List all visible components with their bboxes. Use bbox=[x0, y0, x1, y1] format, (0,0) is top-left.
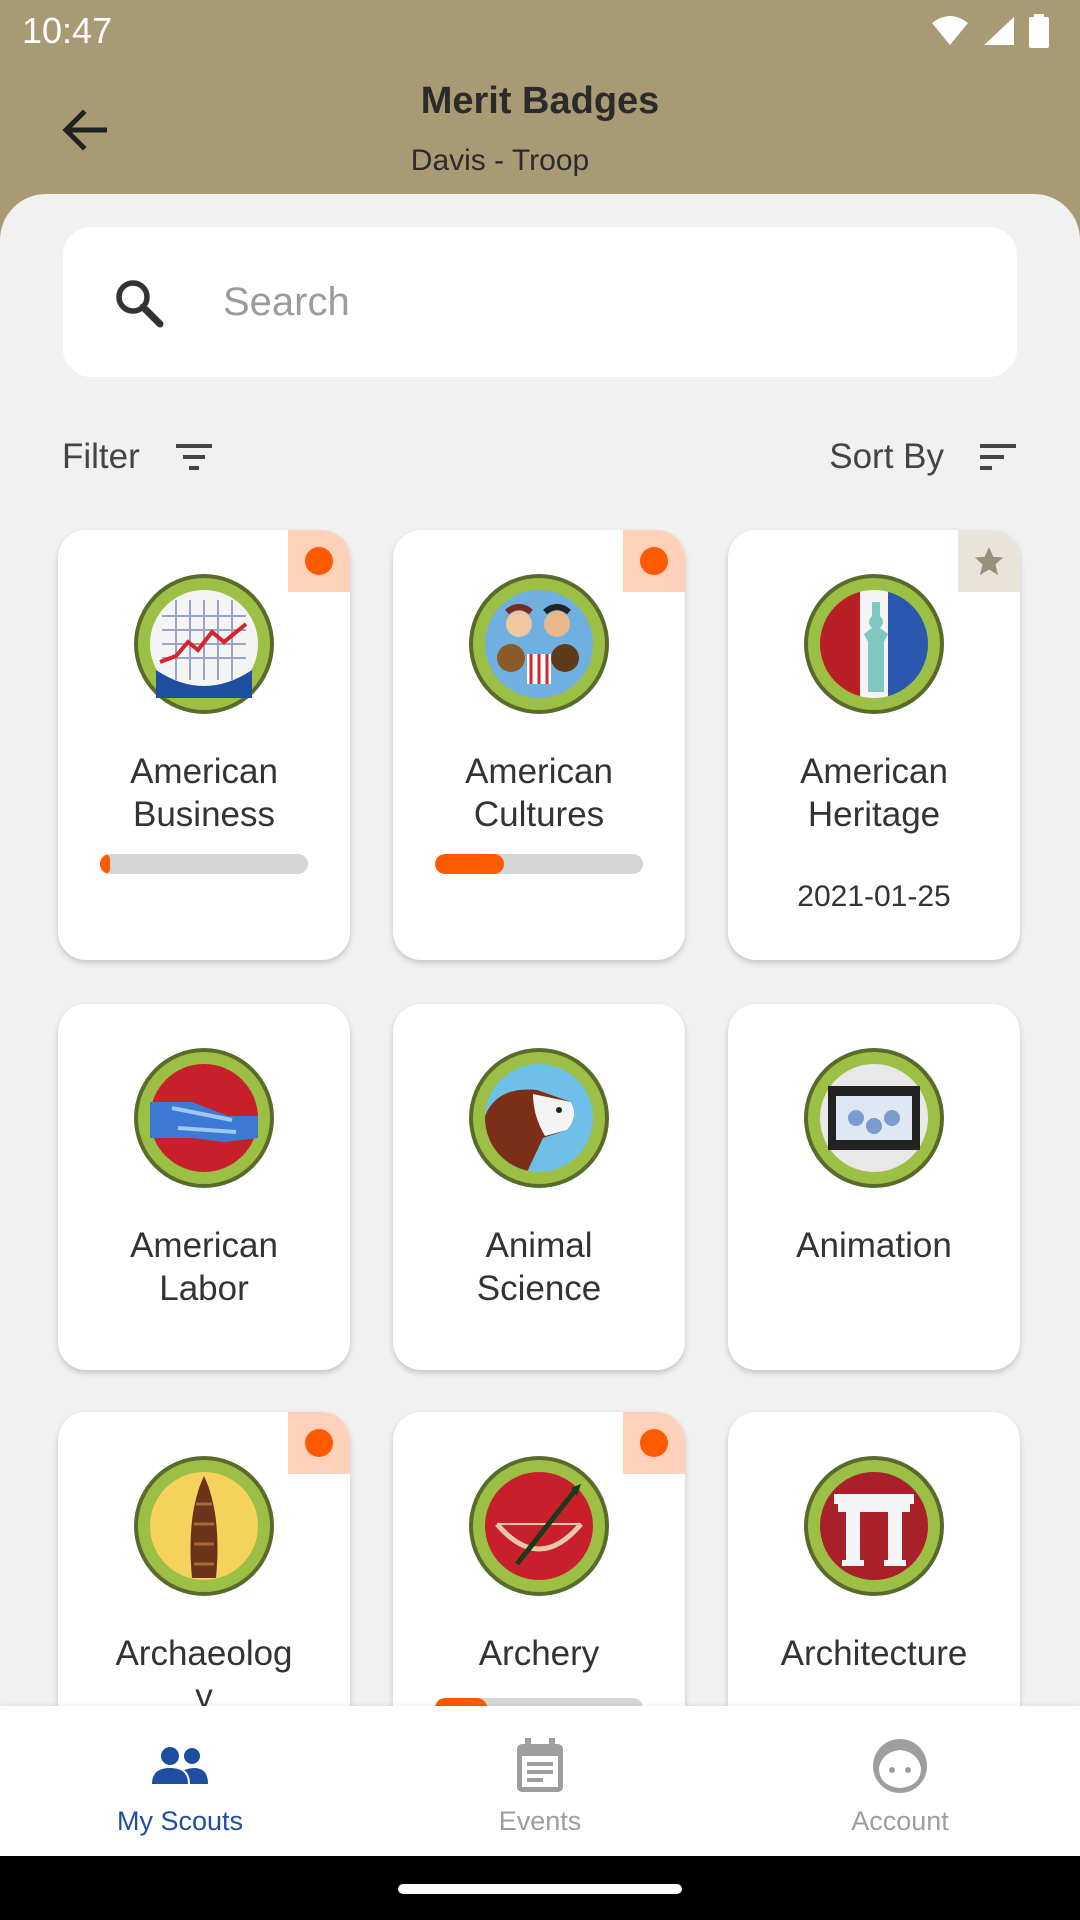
orange-dot-icon bbox=[640, 547, 668, 575]
progress-bar bbox=[435, 854, 643, 874]
signal-icon bbox=[984, 17, 1014, 45]
badge-name: American Labor bbox=[130, 1226, 278, 1308]
orange-dot-icon bbox=[305, 1429, 333, 1457]
badge-name: American Heritage bbox=[800, 752, 948, 834]
face-icon bbox=[873, 1739, 927, 1793]
star-icon bbox=[974, 546, 1004, 576]
badge-name: Animal Science bbox=[476, 1226, 602, 1308]
badge-name: Animation bbox=[796, 1226, 952, 1265]
progress-bar bbox=[100, 854, 308, 874]
filter-icon bbox=[175, 444, 212, 470]
status-icons bbox=[930, 14, 1050, 48]
in-progress-indicator bbox=[288, 1412, 350, 1474]
artifact-badge-icon bbox=[134, 1456, 274, 1596]
in-progress-indicator bbox=[288, 530, 350, 592]
content-sheet: Filter Sort By bbox=[0, 194, 1080, 1706]
badge-card-american-labor[interactable]: American Labor bbox=[58, 1004, 350, 1370]
nav-label: My Scouts bbox=[116, 1806, 244, 1836]
badge-card-animation[interactable]: Animation bbox=[728, 1004, 1020, 1370]
progress-fill bbox=[100, 854, 111, 874]
home-gesture-handle[interactable] bbox=[398, 1884, 682, 1894]
app-bar: Merit Badges Davis - Troop bbox=[0, 62, 1080, 202]
search-icon bbox=[116, 280, 164, 328]
cow-badge-icon bbox=[469, 1048, 609, 1188]
people-icon bbox=[152, 1747, 208, 1784]
filter-button[interactable]: Filter bbox=[62, 437, 214, 477]
completion-date: 2021-01-25 bbox=[797, 880, 951, 913]
progress-bar bbox=[435, 1698, 643, 1706]
progress-fill bbox=[435, 854, 504, 874]
page-subtitle: Davis - Troop bbox=[410, 144, 590, 177]
nav-item-account[interactable]: Account bbox=[720, 1706, 1080, 1856]
search-box[interactable] bbox=[63, 227, 1017, 377]
search-input[interactable] bbox=[223, 272, 983, 332]
status-time: 10:47 bbox=[22, 10, 113, 51]
film-badge-icon bbox=[804, 1048, 944, 1188]
badge-name: Archery bbox=[478, 1634, 600, 1673]
badge-card-american-cultures[interactable]: American Cultures bbox=[393, 530, 685, 960]
orange-dot-icon bbox=[640, 1429, 668, 1457]
wifi-icon bbox=[932, 16, 968, 45]
badge-name: Archaeolog y bbox=[115, 1634, 293, 1706]
handshake-badge-icon bbox=[134, 1048, 274, 1188]
badge-card-architecture[interactable]: Architecture bbox=[728, 1412, 1020, 1706]
battery-icon bbox=[1029, 14, 1049, 48]
chart-badge-icon bbox=[134, 574, 274, 714]
sort-label: Sort By bbox=[829, 437, 944, 476]
bottom-navigation: My Scouts Events Account bbox=[0, 1706, 1080, 1856]
badge-card-archaeology[interactable]: Archaeolog y bbox=[58, 1412, 350, 1706]
progress-fill bbox=[435, 1698, 487, 1706]
columns-badge-icon bbox=[804, 1456, 944, 1596]
sort-button[interactable]: Sort By bbox=[829, 437, 1018, 477]
status-bar: 10:47 bbox=[0, 0, 1080, 62]
page-title: Merit Badges bbox=[420, 80, 660, 122]
badge-name: American Business bbox=[130, 752, 278, 834]
faces-badge-icon bbox=[469, 574, 609, 714]
in-progress-indicator bbox=[623, 530, 685, 592]
badge-card-american-business[interactable]: American Business bbox=[58, 530, 350, 960]
badge-card-animal-science[interactable]: Animal Science bbox=[393, 1004, 685, 1370]
bow-badge-icon bbox=[469, 1456, 609, 1596]
filter-sort-row: Filter Sort By bbox=[62, 437, 1018, 493]
badge-name: Architecture bbox=[780, 1634, 968, 1673]
badge-card-archery[interactable]: Archery bbox=[393, 1412, 685, 1706]
in-progress-indicator bbox=[623, 1412, 685, 1474]
nav-label: Events bbox=[498, 1806, 582, 1836]
nav-item-events[interactable]: Events bbox=[360, 1706, 720, 1856]
calendar-icon bbox=[517, 1738, 563, 1792]
nav-item-my-scouts[interactable]: My Scouts bbox=[0, 1706, 360, 1856]
badge-name: American Cultures bbox=[465, 752, 613, 834]
badge-card-american-heritage[interactable]: American Heritage 2021-01-25 bbox=[728, 530, 1020, 960]
nav-label: Account bbox=[851, 1806, 949, 1836]
filter-label: Filter bbox=[62, 437, 140, 476]
sort-icon bbox=[980, 444, 1016, 470]
liberty-badge-icon bbox=[804, 574, 944, 714]
completed-indicator bbox=[958, 530, 1020, 592]
system-gesture-bar bbox=[0, 1856, 1080, 1920]
orange-dot-icon bbox=[305, 547, 333, 575]
